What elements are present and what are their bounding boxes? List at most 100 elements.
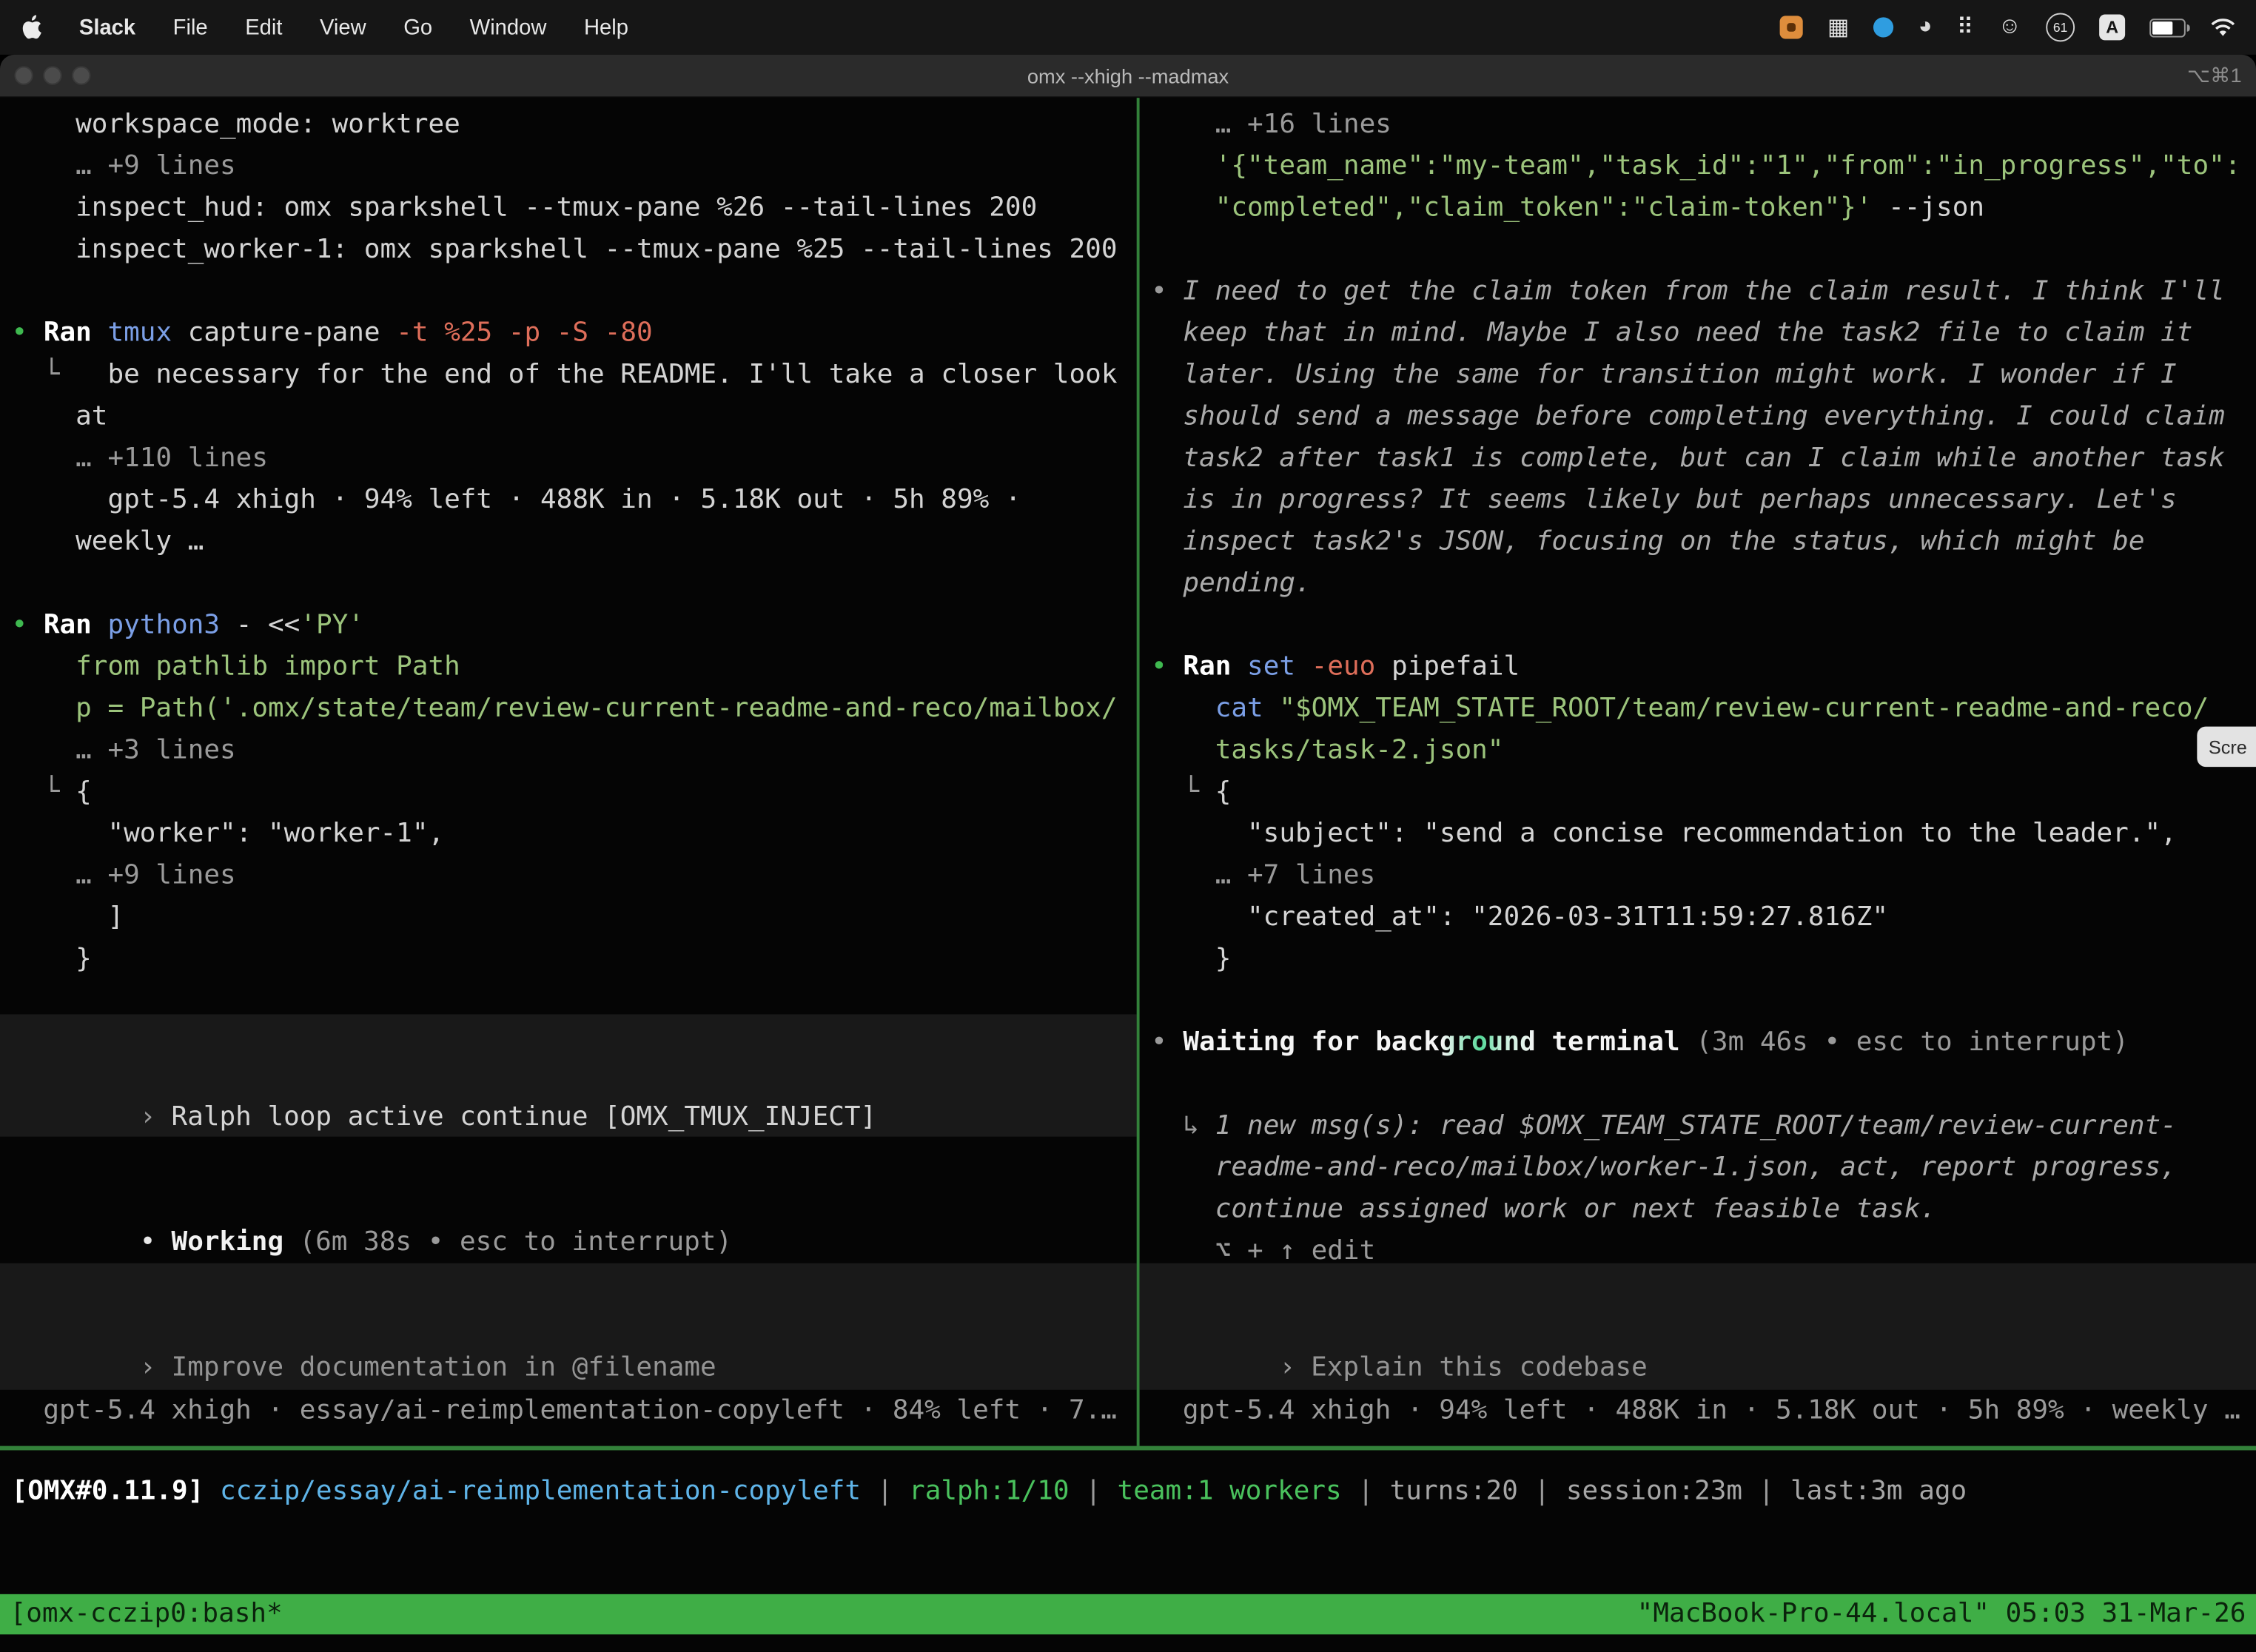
text-segment: task2 after task1 is complete, but can I… [1151,443,2225,474]
text-segment: └ [12,777,76,807]
terminal-line: task2 after task1 is complete, but can I… [1151,437,2256,479]
blue-drop-icon[interactable] [1873,17,1893,37]
working-bullet: • [140,1221,172,1263]
terminal-line: … +7 lines [1151,855,2256,896]
terminal-line: at [12,396,1137,437]
terminal-line: from pathlib import Path [12,646,1137,688]
terminal-line [12,563,1137,604]
window-title-bar[interactable]: omx --xhigh --madmax ⌥⌘1 [0,55,2256,98]
ghost-icon[interactable]: ☺ [1998,14,2021,40]
menu-items: File Edit View Go Window Help [173,15,628,39]
menu-edit[interactable]: Edit [245,15,282,39]
text-segment: (3m 46s • esc to interrupt) [1680,1027,2129,1058]
left-prompt-input[interactable]: ›Improve documentation in @filename [0,1263,1137,1390]
minimize-button[interactable] [43,66,61,84]
terminal-line: keep that in mind. Maybe I also need the… [1151,312,2256,354]
terminal-line: gpt-5.4 xhigh · 94% left · 488K in · 5.1… [12,479,1137,520]
terminal-line: └ be necessary for the end of the README… [12,354,1137,395]
wifi-icon[interactable] [2210,17,2236,37]
terminal-line: } [12,938,1137,979]
text-segment: … +16 lines [1151,110,1391,140]
zoom-button[interactable] [72,66,90,84]
screen-recording-icon[interactable] [1780,16,1803,38]
notification-clipped[interactable]: Scre [2197,727,2256,767]
terminal-line: tasks/task-2.json" [1151,730,2256,771]
text-segment: at [12,401,108,432]
text-segment: | [861,1476,909,1506]
terminal-line [1151,1064,2256,1105]
text-segment: { [75,777,92,807]
text-segment: ↳ [1151,1111,1215,1141]
right-input-prompt-icon: › [1279,1346,1311,1388]
battery-fill [2152,21,2172,33]
input-source-icon[interactable]: A [2099,14,2125,40]
terminal-line: • Ran python3 - <<'PY' [12,604,1137,645]
close-button[interactable] [14,66,33,84]
text-segment: | [1070,1476,1118,1506]
terminal-line: pending. [1151,563,2256,604]
text-segment: "created_at": "2026-03-31T11:59:27.816Z" [1151,902,1888,933]
text-segment: pending. [1151,568,1312,599]
terminal-line [1151,229,2256,270]
text-segment: - << [236,610,301,640]
text-segment: "subject": "send a concise recommendatio… [1151,819,2177,849]
text-segment: I need to get the claim token from the c… [1183,276,2224,306]
dots-grid-icon[interactable]: ⠿ [1957,13,1974,41]
menu-go[interactable]: Go [403,15,432,39]
terminal-line: ] [12,896,1137,938]
terminal-line: … +9 lines [12,855,1137,896]
text-segment: ] [12,902,124,933]
battery-icon[interactable] [2149,18,2186,36]
text-segment: tmux [107,318,187,349]
text-segment: later. Using the same for transition mig… [1151,360,2177,390]
banner-prompt: › [140,1096,172,1138]
window-shortcut-hint: ⌥⌘1 [2187,64,2242,88]
counter-badge-icon[interactable]: 61 [2046,13,2075,41]
text-segment: session:23m [1566,1476,1742,1506]
menu-view[interactable]: View [320,15,366,39]
text-segment: • [12,318,44,349]
menu-help[interactable]: Help [584,15,628,39]
text-segment: -euo [1312,652,1391,682]
text-segment: [OMX#0.11.9] [12,1476,220,1506]
working-status-line: •Working(6m 38s • esc to interrupt) [12,1180,733,1221]
terminal-line: "worker": "worker-1", [12,813,1137,854]
text-segment [1151,694,1215,724]
text-segment: 1 new msg(s): read $OMX_TEAM_STATE_ROOT/… [1215,1111,2177,1141]
tmux-status-bar: [omx-cczip0:bash* "MacBook-Pro-44.local"… [0,1594,2256,1634]
terminal-line: inspect task2's JSON, focusing on the st… [1151,521,2256,563]
terminal-line: p = Path('.omx/state/team/review-current… [12,688,1137,729]
text-segment: • [1151,652,1183,682]
menu-window[interactable]: Window [470,15,547,39]
text-segment: p = Path('.omx/state/team/review-current… [12,694,1118,724]
text-segment: be necessary for the end of the README. … [107,360,1117,390]
terminal-line: cat "$OMX_TEAM_STATE_ROOT/team/review-cu… [1151,688,2256,729]
omx-status-line: [OMX#0.11.9] cczip/essay/ai-reimplementa… [12,1471,1967,1512]
app-menu-slack[interactable]: Slack [79,15,135,39]
keyboard-grid-icon[interactable]: ▦ [1827,13,1849,41]
text-segment: team:1 workers [1118,1476,1342,1506]
text-segment: "$OMX_TEAM_STATE_ROOT/team/review-curren… [1279,694,2209,724]
menu-file[interactable]: File [173,15,208,39]
left-input-text: Improve documentation in @filename [172,1352,716,1383]
text-segment: | [1742,1476,1790,1506]
terminal-line: should send a message before completing … [1151,396,2256,437]
text-segment: └ [12,360,108,390]
text-segment: from pathlib import Path [12,652,460,682]
terminal-line: readme-and-reco/mailbox/worker-1.json, a… [1151,1146,2256,1188]
text-segment: "worker": "worker-1", [12,819,445,849]
right-prompt-input[interactable]: ›Explain this codebase [1140,1263,2256,1390]
apple-menu-icon[interactable] [20,14,41,40]
text-segment: continue assigned work or next feasible … [1151,1194,1936,1224]
terminal-line: • Ran tmux capture-pane -t %25 -p -S -80 [12,312,1137,354]
right-pane-footer: gpt-5.4 xhigh · 94% left · 488K in · 5.1… [1151,1390,2240,1431]
screen: Slack File Edit View Go Window Help ▦ ◕ ⠿ ☺ 6… [0,0,2256,1652]
terminal-line: "completed","claim_token":"claim-token"}… [1151,187,2256,229]
text-segment: inspect task2's JSON, focusing on the st… [1151,526,2144,557]
text-segment: ⌥ + ↑ edit [1151,1236,1375,1266]
text-segment: capture-pane [188,318,396,349]
right-pane-lines: … +16 lines '{"team_name":"my-team","tas… [1140,98,2256,1272]
terminal-line: weekly … [12,521,1137,563]
text-segment: set [1247,652,1312,682]
swirl-circle-icon[interactable]: ◕ [1918,14,1933,40]
